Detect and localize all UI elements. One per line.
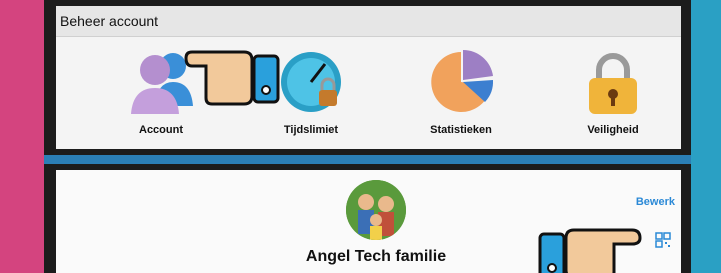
family-name: Angel Tech familie (305, 248, 447, 265)
edit-button[interactable]: Bewerk (636, 196, 675, 208)
pie-chart-icon (425, 46, 497, 118)
tile-grid: Account Tijdslimiet Statistieken Veiligh… (56, 40, 681, 149)
tile-statistics[interactable]: Statistieken (396, 46, 526, 136)
page-title: Beheer account (56, 6, 681, 37)
pointing-hand-icon (538, 228, 644, 273)
padlock-icon (577, 46, 649, 118)
device-frame-top: Beheer account Account Tijdslimiet Stati… (44, 0, 691, 155)
family-profile-screen: Angel Tech familie Bewerk (56, 170, 681, 273)
tile-security-label: Veiligheid (587, 124, 639, 136)
manage-account-screen: Beheer account Account Tijdslimiet Stati… (56, 6, 681, 149)
tile-time-limit-label: Tijdslimiet (283, 124, 339, 136)
qr-code-icon[interactable] (655, 232, 671, 248)
tile-account-label: Account (139, 124, 183, 136)
left-border (0, 0, 44, 273)
tile-security[interactable]: Veiligheid (548, 46, 678, 136)
pointing-hand-icon (182, 50, 282, 111)
device-frame-bottom: Angel Tech familie Bewerk (44, 164, 691, 273)
tile-statistics-label: Statistieken (430, 124, 492, 136)
timer-lock-icon (275, 46, 347, 118)
family-avatar-icon (346, 180, 406, 240)
right-border (691, 0, 721, 273)
